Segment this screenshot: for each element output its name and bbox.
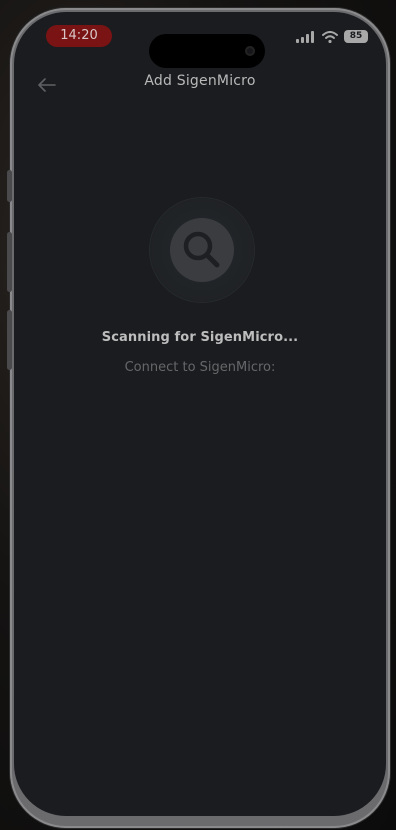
volume-up-button [7,232,12,292]
status-time: 14:20 [46,25,112,47]
scan-status-subtitle: Connect to SigenMicro: [124,360,276,375]
scan-icon-circle [170,218,234,282]
action-button [7,170,12,202]
status-bar: 14:20 85 [14,12,386,68]
scan-indicator [150,198,254,302]
page-title: Add SigenMicro [144,73,256,89]
scan-status-title: Scanning for SigenMicro... [101,330,299,345]
volume-down-button [7,310,12,370]
search-icon [183,231,220,268]
status-icons: 85 [296,30,368,43]
front-camera [245,46,255,56]
wifi-icon [322,30,338,43]
nav-bar: Add SigenMicro [14,70,386,100]
cellular-signal-icon [296,30,314,43]
app-screen: 14:20 85 Add SigenMicro Scanning for Sig… [14,12,386,816]
dynamic-island [149,34,265,68]
battery-icon: 85 [344,30,368,43]
